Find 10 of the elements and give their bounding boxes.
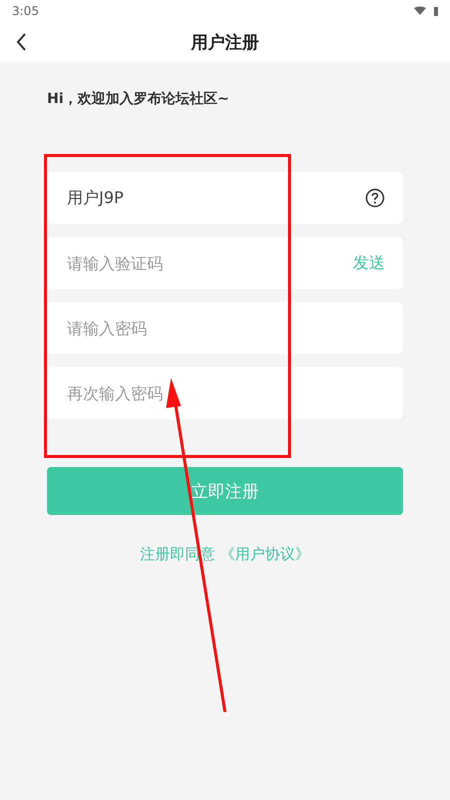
send-code-button[interactable]: 发送 [353,252,385,274]
input-field[interactable]: 请输入密码 [47,302,403,354]
welcome-text: Hi，欢迎加入罗布论坛社区~ [47,90,230,108]
register-button[interactable]: 立即注册 [47,467,403,515]
input-field[interactable]: 用户J9P [47,172,403,224]
input-field[interactable]: 再次输入密码 [47,367,403,419]
status-icons [414,6,440,16]
status-time: 3:05 [12,4,39,18]
page-title: 用户注册 [191,32,259,54]
help-icon[interactable] [365,188,385,208]
